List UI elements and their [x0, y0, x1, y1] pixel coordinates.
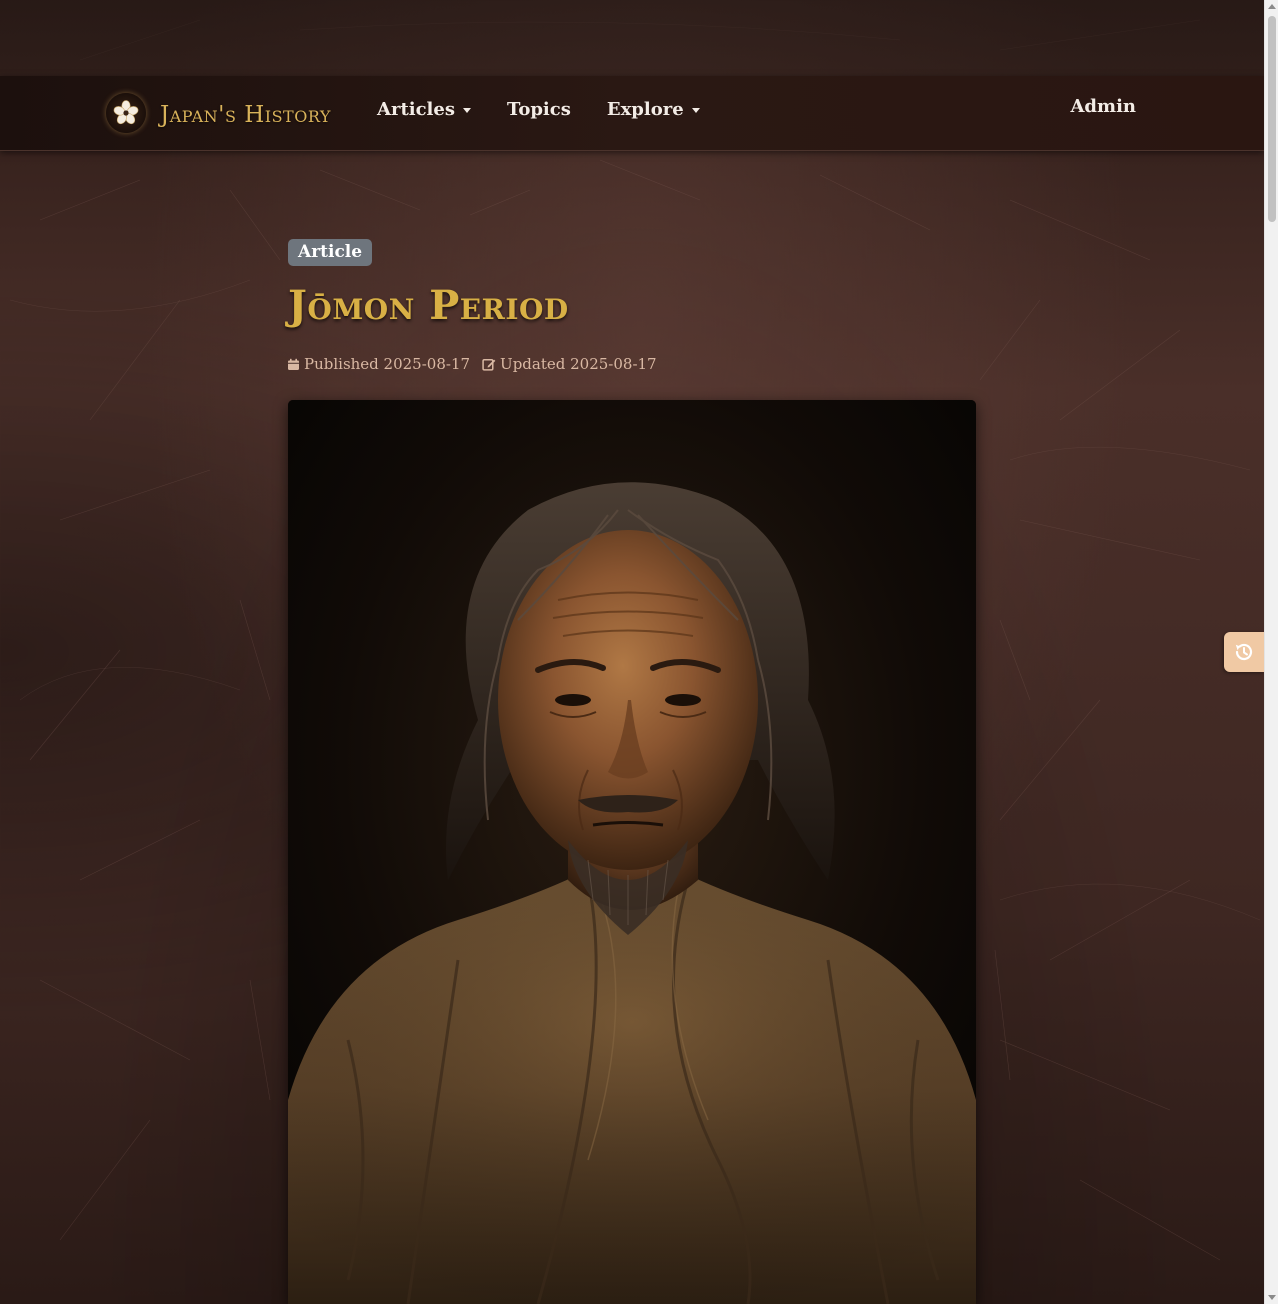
updated-text: Updated 2025-08-17	[500, 355, 657, 373]
nav-topics-link[interactable]: Topics	[507, 99, 571, 120]
scroll-down-icon[interactable]	[1268, 1295, 1276, 1300]
page-title: Jōmon Period	[288, 282, 569, 329]
edit-icon	[482, 358, 496, 371]
navbar: Japan's History Articles Topics Explore …	[0, 76, 1264, 151]
published-text: Published 2025-08-17	[304, 355, 471, 373]
nav-admin-link[interactable]: Admin	[1070, 96, 1136, 117]
brand-name: Japan's History	[160, 102, 331, 128]
nav-links: Articles Topics Explore	[377, 96, 736, 122]
scrollbar-thumb[interactable]	[1268, 16, 1276, 222]
portrait-illustration	[288, 400, 976, 1304]
nav-topics-label: Topics	[507, 98, 571, 120]
caret-down-icon	[463, 107, 471, 113]
caret-down-icon	[691, 107, 700, 113]
scroll-up-icon[interactable]	[1268, 4, 1276, 9]
sakura-crest-icon	[106, 93, 146, 133]
nav-explore-label: Explore	[606, 98, 684, 120]
history-button[interactable]	[1224, 632, 1264, 672]
nav-explore-dropdown[interactable]: Explore	[607, 99, 700, 120]
hero-image	[288, 400, 976, 1304]
nav-articles-label: Articles	[377, 98, 455, 120]
nav-articles-dropdown[interactable]: Articles	[377, 99, 471, 120]
calendar-icon	[288, 358, 299, 370]
page-scrollbar[interactable]	[1264, 0, 1278, 1304]
history-icon	[1235, 643, 1253, 661]
top-band	[0, 0, 1264, 76]
brand-link[interactable]: Japan's History	[106, 92, 331, 134]
published-date: Published 2025-08-17	[287, 355, 470, 373]
article-type-badge: Article	[288, 239, 373, 266]
updated-date: Updated 2025-08-17	[482, 355, 657, 373]
article-meta: Published 2025-08-17 Updated 2025-08-17	[287, 355, 669, 373]
